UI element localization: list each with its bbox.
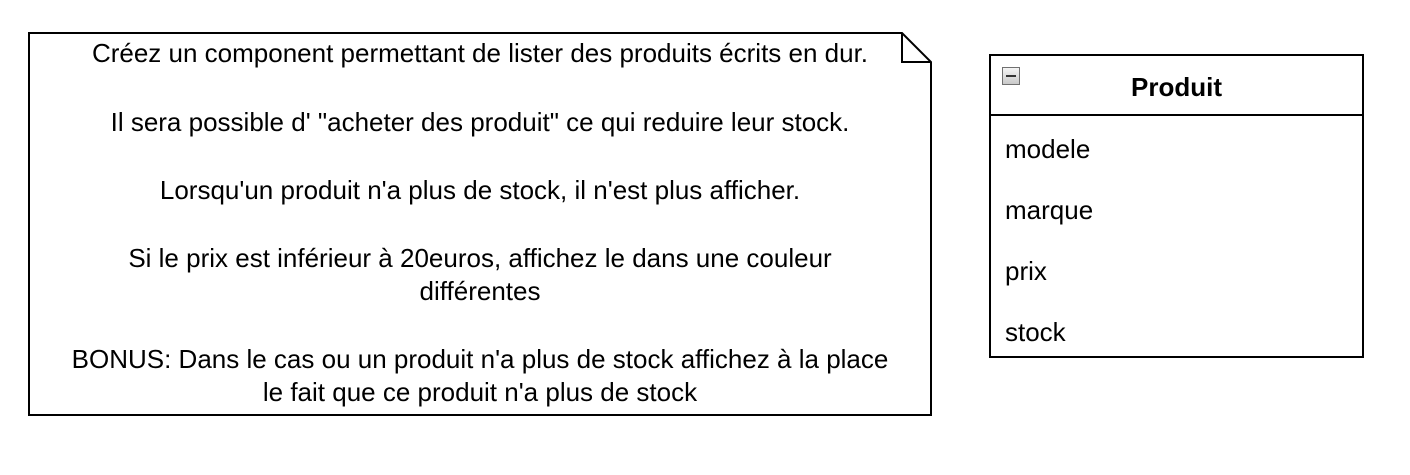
note: Créez un component permettant de lister … [28,32,932,416]
note-line-5b: le fait que ce produit n'a plus de stock [262,377,698,407]
class-box-produit[interactable]: Produit modele marque prix stock [989,54,1364,358]
class-attribute-stock[interactable]: stock [1005,317,1066,347]
note-text: Créez un component permettant de lister … [28,32,932,416]
class-header: Produit [991,56,1362,116]
note-line-3: Lorsqu'un produit n'a plus de stock, il … [159,175,801,205]
class-attribute-prix[interactable]: prix [1005,256,1047,286]
note-line-4a: Si le prix est inférieur à 20euros, affi… [128,243,832,273]
class-attribute-marque[interactable]: marque [1005,195,1093,225]
note-line-4b: différentes [419,276,541,306]
note-line-5a: BONUS: Dans le cas ou un produit n'a plu… [71,344,889,374]
class-title: Produit [1131,72,1222,102]
class-attribute-modele[interactable]: modele [1005,134,1090,164]
note-line-1: Créez un component permettant de lister … [91,38,869,68]
note-line-2: Il sera possible d' "acheter des produit… [110,107,850,137]
